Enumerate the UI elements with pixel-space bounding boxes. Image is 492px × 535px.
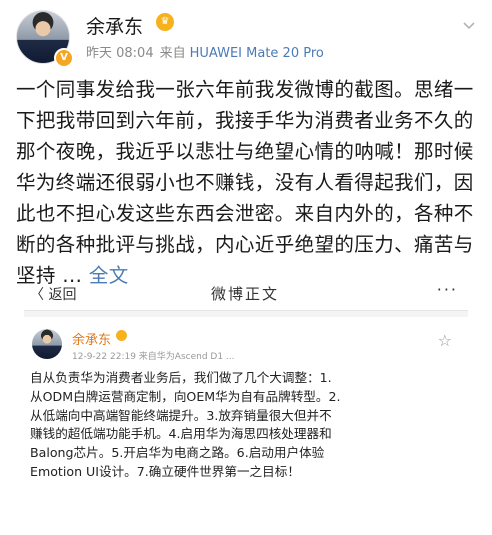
screenshot-meta: 12-9-22 22:19 来自华为Ascend D1 ... bbox=[72, 352, 235, 362]
screenshot-post: 余承东 12-9-22 22:19 来自华为Ascend D1 ... ☆ 自从… bbox=[24, 317, 468, 533]
post-time: 昨天 08:04 bbox=[86, 46, 154, 61]
post-body-text: 一个同事发给我一张六年前我发微博的截图。思绪一下把我带回到六年前，我接手华为消费… bbox=[16, 78, 474, 287]
chevron-down-icon[interactable] bbox=[460, 16, 478, 34]
screenshot-vip-icon bbox=[116, 330, 127, 341]
author-name[interactable]: 余承东 bbox=[86, 12, 143, 39]
post-meta: 昨天 08:04 来自 HUAWEI Mate 20 Pro bbox=[86, 42, 324, 61]
source-label: 来自 bbox=[159, 46, 186, 61]
post-header: V 余承东 ♛ 昨天 08:04 来自 HUAWEI Mate 20 Pro bbox=[16, 10, 486, 70]
screenshot-author-name: 余承东 bbox=[72, 333, 112, 348]
screenshot-body-text: 自从负责华为消费者业务后，我们做了几个大调整：1.从ODM白牌运营商定制，向OE… bbox=[30, 370, 341, 479]
screenshot-avatar bbox=[32, 329, 62, 359]
source-device-link[interactable]: HUAWEI Mate 20 Pro bbox=[190, 46, 324, 61]
verified-badge-icon: V bbox=[54, 48, 74, 68]
embedded-screenshot[interactable]: 余承东 12-9-22 22:19 来自华为Ascend D1 ... ☆ 自从… bbox=[24, 310, 468, 533]
star-icon: ☆ bbox=[437, 331, 452, 350]
screenshot-nav-bar: 〈 返回 微博正文 ··· bbox=[30, 280, 460, 308]
vip-crown-icon[interactable]: ♛ bbox=[156, 13, 174, 31]
more-icon: ··· bbox=[436, 280, 458, 299]
post-body: 一个同事发给我一张六年前我发微博的截图。思绪一下把我带回到六年前，我接手华为消费… bbox=[16, 74, 482, 291]
screenshot-nav-title: 微博正文 bbox=[210, 285, 279, 303]
